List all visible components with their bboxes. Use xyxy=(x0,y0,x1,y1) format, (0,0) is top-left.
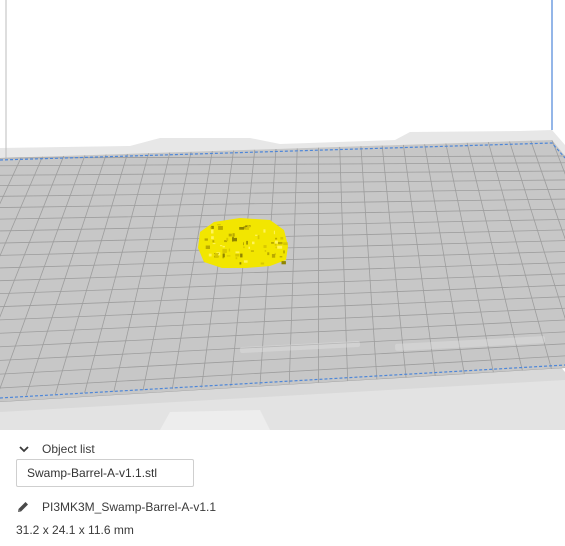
model-texture-speck xyxy=(218,226,223,230)
model-texture-speck xyxy=(264,250,267,252)
model-texture-speck xyxy=(232,237,237,242)
model-texture-speck xyxy=(274,240,278,244)
build-plate xyxy=(0,140,565,402)
model-texture-speck xyxy=(240,253,243,258)
model-texture-speck xyxy=(222,257,225,259)
model-texture-speck xyxy=(280,237,284,240)
model-texture-speck xyxy=(243,246,245,249)
object-list-toggle[interactable]: Object list xyxy=(18,440,95,458)
model-texture-speck xyxy=(239,262,242,265)
model-texture-speck xyxy=(211,236,214,240)
model-texture-speck xyxy=(252,241,255,245)
model-swamp-barrel[interactable] xyxy=(198,218,288,268)
model-texture-speck xyxy=(275,246,277,249)
model-texture-speck xyxy=(226,237,229,241)
model-texture-speck xyxy=(246,240,248,245)
object-file-name: Swamp-Barrel-A-v1.1.stl xyxy=(27,466,158,480)
model-texture-speck xyxy=(228,248,231,252)
job-name-row: PI3MK3M_Swamp-Barrel-A-v1.1 xyxy=(16,498,216,516)
model-texture-speck xyxy=(267,252,270,256)
pencil-icon[interactable] xyxy=(16,500,30,514)
model-texture-speck xyxy=(243,242,244,246)
model-texture-speck xyxy=(239,227,245,230)
model-texture-speck xyxy=(277,245,283,249)
model-texture-speck xyxy=(212,240,215,243)
model-texture-speck xyxy=(228,233,232,237)
model-texture-speck xyxy=(220,245,223,247)
model-texture-speck xyxy=(217,224,221,226)
model-texture-speck xyxy=(275,237,278,240)
model-texture-speck xyxy=(226,255,231,257)
model-texture-speck xyxy=(273,230,275,235)
model-texture-speck xyxy=(222,245,225,248)
object-list-panel: Object list Swamp-Barrel-A-v1.1.stl PI3M… xyxy=(0,430,565,546)
job-name[interactable]: PI3MK3M_Swamp-Barrel-A-v1.1 xyxy=(42,500,216,514)
model-texture-speck xyxy=(243,260,248,263)
object-list-item[interactable]: Swamp-Barrel-A-v1.1.stl xyxy=(16,459,194,487)
model-texture-speck xyxy=(235,251,240,254)
model-texture-speck xyxy=(260,262,265,265)
model-texture-speck xyxy=(283,250,285,254)
build-plate-base-rim xyxy=(160,410,270,430)
model-texture-speck xyxy=(205,245,210,249)
model-texture-speck xyxy=(214,253,219,257)
build-volume-scene xyxy=(0,0,565,430)
model-texture-speck xyxy=(279,256,283,258)
model-dimensions: 31.2 x 24.1 x 11.6 mm xyxy=(16,523,134,537)
model-texture-speck xyxy=(250,250,254,252)
model-texture-speck xyxy=(235,257,238,260)
chevron-down-icon xyxy=(19,446,29,453)
model-texture-speck xyxy=(222,249,227,253)
model-texture-speck xyxy=(208,253,212,257)
model-texture-speck xyxy=(211,229,214,234)
model-texture-speck xyxy=(283,242,288,246)
model-texture-speck xyxy=(255,234,258,236)
model-texture-speck xyxy=(212,243,216,245)
model-texture-speck xyxy=(248,246,250,249)
model-texture-speck xyxy=(263,245,267,248)
model-texture-speck xyxy=(263,229,266,233)
object-list-label: Object list xyxy=(42,442,95,456)
3d-viewport[interactable] xyxy=(0,0,565,430)
model-texture-speck xyxy=(247,226,251,228)
model-texture-speck xyxy=(204,238,208,241)
model-texture-speck xyxy=(222,253,225,258)
model-texture-speck xyxy=(232,233,235,237)
model-texture-speck xyxy=(281,261,286,265)
model-texture-speck xyxy=(271,242,274,244)
model-texture-speck xyxy=(257,235,260,240)
model-texture-speck xyxy=(278,242,283,245)
model-texture-speck xyxy=(271,254,276,258)
model-texture-speck xyxy=(210,226,213,229)
model-texture-speck xyxy=(235,254,240,257)
